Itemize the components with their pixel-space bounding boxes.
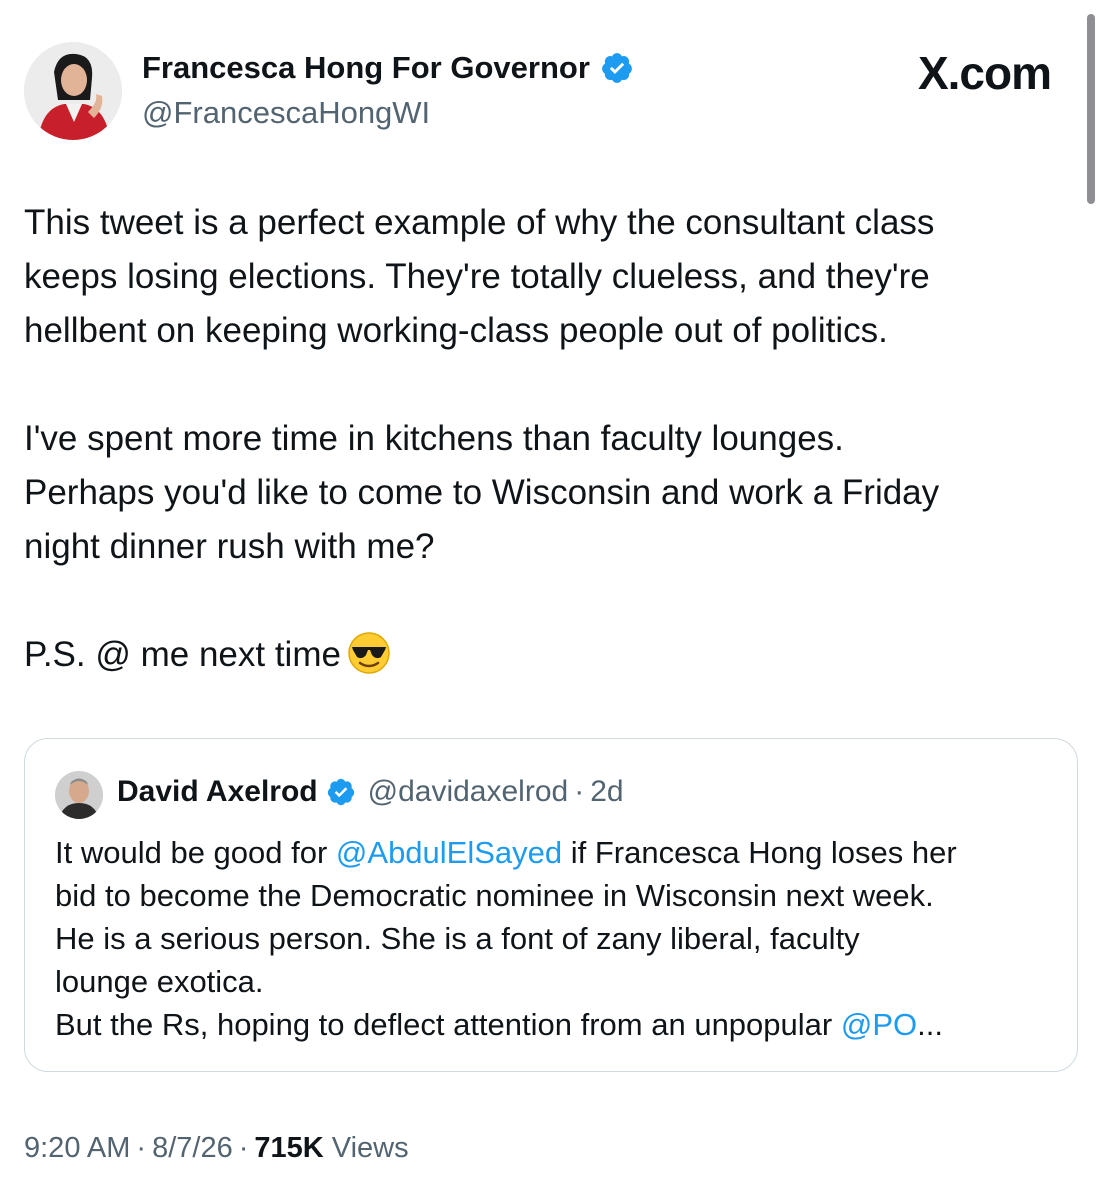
tweet-paragraph: P.S. @ me next time bbox=[24, 628, 1074, 682]
quoted-author-name[interactable]: David Axelrod bbox=[117, 775, 318, 809]
quoted-tweet-line: He is a serious person. She is a font of… bbox=[55, 917, 1055, 960]
tweet-line: hellbent on keeping working-class people… bbox=[24, 311, 888, 350]
mention-link[interactable]: @PO bbox=[841, 1007, 917, 1042]
quoted-tweet-line: It would be good for @AbdulElSayed if Fr… bbox=[55, 831, 1055, 874]
separator-dot: · bbox=[136, 1132, 147, 1164]
quoted-tweet-line: bid to become the Democratic nominee in … bbox=[55, 874, 1055, 917]
verified-badge-icon bbox=[602, 53, 632, 83]
tweet-line: P.S. @ me next time bbox=[24, 628, 1074, 682]
author-handle[interactable]: @FrancescaHongWI bbox=[142, 95, 430, 131]
mention-link[interactable]: @AbdulElSayed bbox=[336, 835, 562, 870]
quoted-tweet-time[interactable]: 2d bbox=[590, 775, 623, 809]
author-photo bbox=[24, 42, 122, 140]
tweet-line: keeps losing elections. They're totally … bbox=[24, 257, 930, 296]
tweet-text: This tweet is a perfect example of why t… bbox=[24, 196, 1074, 682]
quoted-tweet-line: But the Rs, hoping to deflect attention … bbox=[55, 1003, 1055, 1046]
tweet-line: Perhaps you'd like to come to Wisconsin … bbox=[24, 473, 940, 512]
tweet-line: This tweet is a perfect example of why t… bbox=[24, 203, 935, 242]
quoted-text-segment: ... bbox=[917, 1007, 943, 1042]
brand-logo: X.com bbox=[917, 47, 1052, 99]
quoted-text-segment: But the Rs, hoping to deflect attention … bbox=[55, 1007, 841, 1042]
quoted-author-avatar[interactable] bbox=[55, 771, 103, 819]
quoted-tweet-line: lounge exotica. bbox=[55, 960, 1055, 1003]
views-count: 715K bbox=[254, 1132, 324, 1164]
quoted-text-segment: lounge exotica. bbox=[55, 964, 264, 999]
quoted-text-segment: if Francesca Hong loses her bbox=[562, 835, 957, 870]
quoted-author-handle[interactable]: @davidaxelrod bbox=[368, 775, 569, 809]
tweet-paragraph: This tweet is a perfect example of why t… bbox=[24, 196, 1074, 358]
quoted-text-segment: It would be good for bbox=[55, 835, 336, 870]
author-avatar[interactable] bbox=[24, 42, 122, 140]
views-label: Views bbox=[331, 1132, 409, 1164]
quoted-text-segment: bid to become the Democratic nominee in … bbox=[55, 878, 934, 913]
tweet-line: I've spent more time in kitchens than fa… bbox=[24, 419, 844, 458]
quoted-text-segment: He is a serious person. She is a font of… bbox=[55, 921, 860, 956]
scrollbar-thumb[interactable] bbox=[1087, 14, 1095, 204]
quoted-author-photo bbox=[55, 771, 103, 819]
quoted-tweet-card[interactable]: David Axelrod @davidaxelrod · 2d It woul… bbox=[24, 738, 1078, 1072]
tweet-meta: 9:20 AM · 8/7/26 · 715K Views bbox=[24, 1132, 409, 1165]
tweet-date[interactable]: 8/7/26 bbox=[152, 1132, 233, 1164]
tweet-ps-text: P.S. @ me next time bbox=[24, 635, 341, 674]
tweet-line: night dinner rush with me? bbox=[24, 527, 435, 566]
author-display-name[interactable]: Francesca Hong For Governor bbox=[142, 50, 590, 86]
separator-dot: · bbox=[238, 1132, 249, 1164]
quoted-tweet-text: It would be good for @AbdulElSayed if Fr… bbox=[55, 831, 1055, 1046]
tweet-paragraph: I've spent more time in kitchens than fa… bbox=[24, 412, 1074, 574]
verified-badge-icon bbox=[327, 778, 354, 806]
sunglasses-emoji-icon bbox=[348, 632, 390, 674]
author-display-name-row[interactable]: Francesca Hong For Governor bbox=[142, 50, 634, 86]
separator-dot: · bbox=[574, 775, 585, 808]
tweet-time[interactable]: 9:20 AM bbox=[24, 1132, 130, 1164]
quoted-tweet-header: David Axelrod @davidaxelrod · 2d bbox=[117, 775, 624, 809]
